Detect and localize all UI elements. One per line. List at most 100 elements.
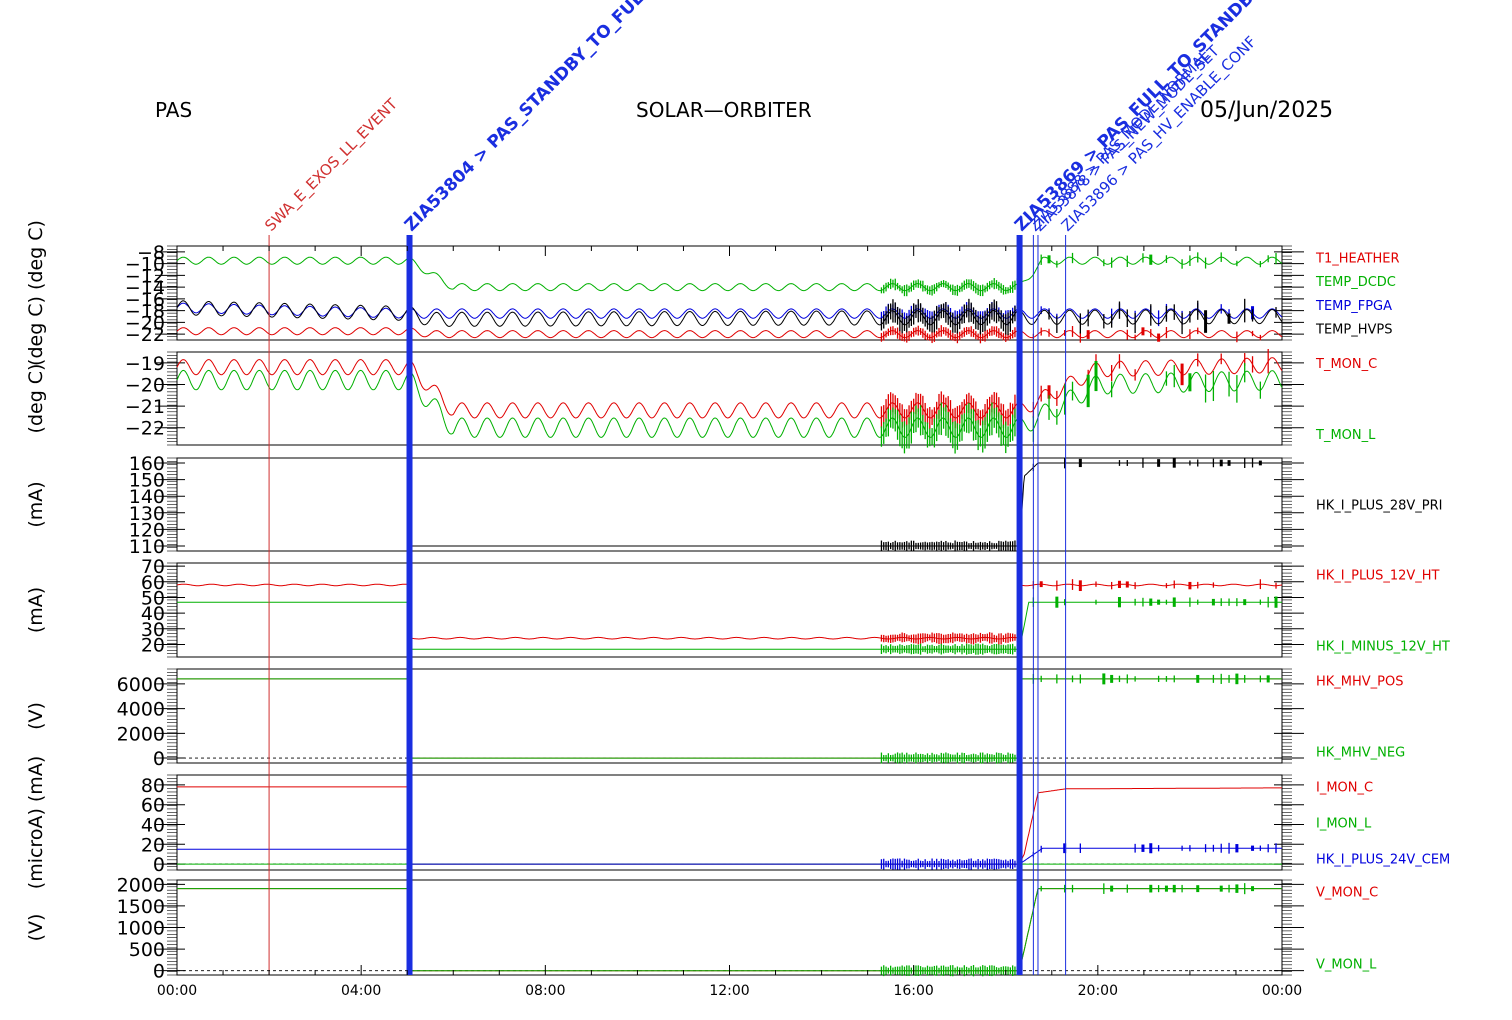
legend-HK_I_PLUS_24V_CEM: HK_I_PLUS_24V_CEM (1316, 853, 1450, 868)
y-tick-label: 2000 (117, 874, 165, 896)
legend-V_MON_C: V_MON_C (1316, 885, 1378, 900)
x-tick-label: 08:00 (525, 983, 565, 999)
series-line (176, 300, 1283, 327)
event-label: ZIA53896 > PAS_HV_ENABLE_CONF (1058, 33, 1261, 236)
x-tick-label: 04:00 (341, 983, 381, 999)
y-tick-label: 0 (153, 854, 165, 876)
event-label: SWA_E_EXOS_LL_EVENT (261, 94, 402, 235)
panel-stack: −8−10−12−14−16−18−20−22(deg C) (deg C) T1… (25, 220, 1450, 983)
x-tick-label: 16:00 (893, 983, 933, 999)
series-line (176, 256, 1283, 292)
series-I_MON_C (177, 786, 1282, 865)
series-HK_I_PLUS_12V_HT (176, 579, 1283, 645)
y-tick-label: −20 (125, 374, 165, 396)
series-T1_HEATHER (176, 325, 1283, 344)
panel-6: 2000150010005000 (V) V_MON_C V_MON_L (25, 874, 1378, 982)
panel-5: 806040200 (microA) (mA) I_MON_C I_MON_L HK_I… (25, 756, 1450, 889)
series-line (176, 302, 1283, 319)
series-line (176, 583, 1283, 640)
series-TEMP_DCDC (176, 252, 1283, 297)
y-tick-label: 1000 (117, 918, 165, 940)
series-line (176, 327, 1283, 339)
legend-T_MON_C: T_MON_C (1315, 357, 1377, 372)
series-line (177, 888, 1282, 972)
y-tick-label: 110 (129, 536, 165, 558)
series-line (177, 888, 1282, 972)
y-tick-label: 2000 (117, 723, 165, 745)
series-line (177, 786, 1282, 865)
panel-frame (176, 774, 1283, 871)
series-line (177, 678, 1282, 759)
legend-HK_I_MINUS_12V_HT: HK_I_MINUS_12V_HT (1316, 640, 1450, 655)
y-tick-label: 20 (141, 634, 165, 656)
y-axis-label: (mA) (25, 481, 47, 527)
series-TEMP_HVPS (176, 298, 1283, 336)
legend-HK_MHV_POS: HK_MHV_POS (1316, 674, 1404, 689)
y-axis-label: (deg C) (25, 364, 47, 434)
date-label: 05/Jun/2025 (1200, 98, 1333, 123)
y-axis-label: (mA) (25, 587, 47, 633)
y-tick-label: 4000 (117, 699, 165, 721)
event-markers: SWA_E_EXOS_LL_EVENT ZIA53804 > PAS_STANDB… (261, 0, 1266, 975)
panel-frame (176, 245, 1283, 341)
series-line (177, 847, 1282, 865)
y-tick-label: −19 (125, 353, 165, 375)
y-tick-label: 60 (141, 795, 165, 817)
series-HK_I_PLUS_28V_PRI (409, 457, 1282, 552)
panel-frame (176, 879, 1283, 976)
panel-frame (176, 668, 1283, 764)
y-tick-label: 80 (141, 775, 165, 797)
panel-4: 6000 40002000 0 (V) HK_MHV_POS HK_MHV_NEG (25, 668, 1405, 770)
legend-I_MON_L: I_MON_L (1316, 817, 1372, 832)
panel-frame (176, 351, 1283, 446)
legend-HK_MHV_NEG: HK_MHV_NEG (1316, 746, 1405, 761)
panel-0: −8−10−12−14−16−18−20−22(deg C) (deg C) T1… (25, 220, 1400, 366)
y-tick-label: 1500 (117, 896, 165, 918)
legend-HK_I_PLUS_12V_HT: HK_I_PLUS_12V_HT (1316, 568, 1440, 583)
mission-label: SOLAR—ORBITER (636, 98, 812, 122)
panel-2: 160150140130120110(mA) HK_I_PLUS_28V_PRI (25, 453, 1442, 558)
y-axis-label: (V) (25, 914, 47, 942)
y-tick-label: 0 (153, 748, 165, 770)
y-tick-label: 20 (141, 834, 165, 856)
series-HK_MHV_POS (177, 678, 1282, 759)
event-label: ZIA53804 > PAS_STANDBY_TO_FULL (401, 0, 656, 236)
event-label: ZIA53878 > PAS_NEW_MODE_SET (1030, 41, 1224, 235)
series-line (177, 678, 1282, 759)
y-tick-label: 500 (129, 939, 165, 961)
legend-V_MON_L: V_MON_L (1316, 958, 1377, 973)
legend-TEMP_FPGA: TEMP_FPGA (1315, 299, 1392, 314)
series-line (409, 462, 1282, 547)
hk-timeseries-plot: PAS SOLAR—ORBITER 05/Jun/2025 −8−10−12−1… (25, 0, 1450, 999)
legend-T1_HEATHER: T1_HEATHER (1315, 251, 1400, 266)
panel-frame (176, 562, 1283, 658)
y-axis-label: (deg C) (deg C) (25, 220, 47, 366)
panel-frame (176, 457, 1283, 552)
series-T_MON_C (176, 349, 1283, 429)
series-line (176, 357, 1283, 419)
series-V_MON_C (177, 888, 1282, 972)
instrument-label: PAS (155, 98, 192, 122)
y-tick-label: 40 (141, 814, 165, 836)
x-tick-label: 00:00 (157, 983, 197, 999)
y-tick-label: −21 (125, 396, 165, 418)
y-axis-label: (microA) (mA) (25, 756, 47, 889)
series-line (177, 601, 1282, 650)
series-HK_I_MINUS_12V_HT (177, 596, 1282, 655)
time-axis: 00:00 04:00 08:00 12:00 16:00 20:00 00:00 (157, 246, 1302, 999)
legend-TEMP_HVPS: TEMP_HVPS (1315, 323, 1392, 338)
panel-3: 706050403020(mA)HK_I_PLUS_12V_HTHK_I_MIN… (25, 556, 1450, 658)
panel-1: −19−20−21−22 (deg C) T_MON_C T_MON_L (25, 349, 1377, 454)
y-tick-label: 0 (153, 961, 165, 983)
y-tick-label: −22 (125, 418, 165, 440)
y-axis-label: (V) (25, 702, 47, 730)
series-HK_I_PLUS_24V_CEM (177, 842, 1282, 870)
series-line (176, 369, 1283, 438)
x-tick-label: 00:00 (1262, 983, 1302, 999)
legend-TEMP_DCDC: TEMP_DCDC (1315, 275, 1396, 290)
series-T_MON_L (176, 361, 1283, 454)
y-tick-label: −22 (125, 324, 165, 346)
legend-I_MON_C: I_MON_C (1316, 780, 1373, 795)
legend-T_MON_L: T_MON_L (1315, 428, 1376, 443)
x-tick-label: 20:00 (1078, 983, 1118, 999)
